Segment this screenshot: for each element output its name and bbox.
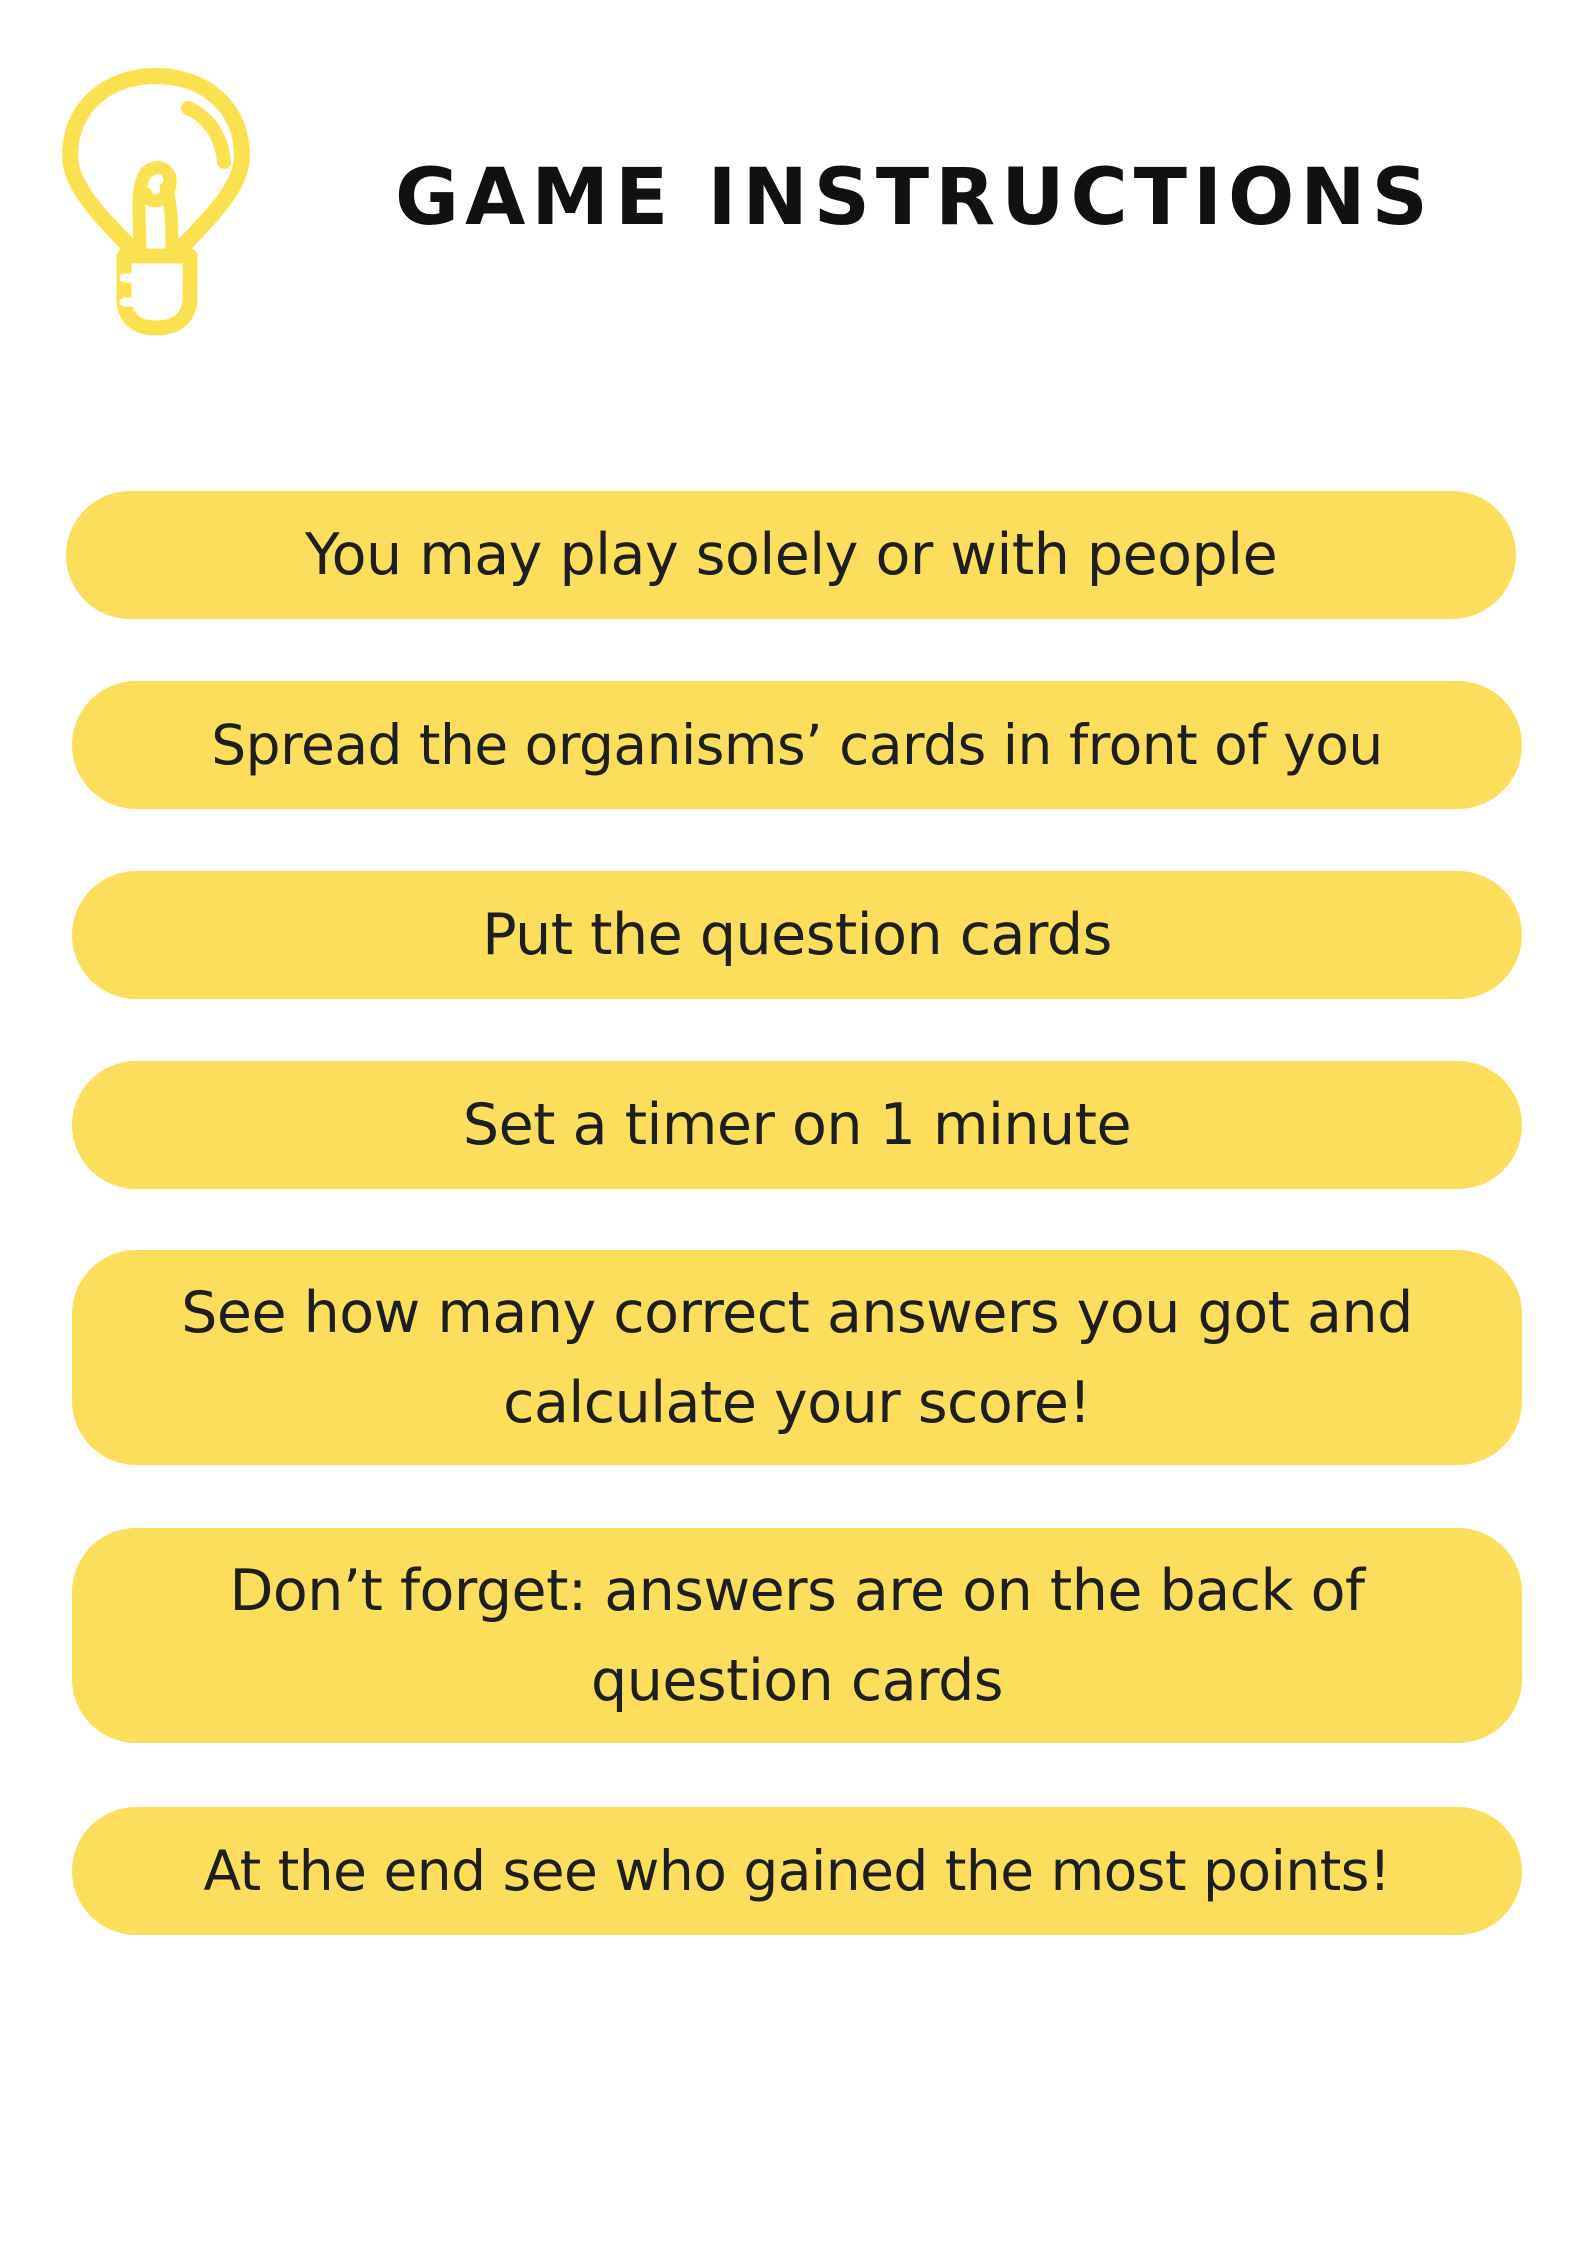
instruction-text: At the end see who gained the most point… xyxy=(203,1839,1391,1903)
instruction-item: Put the question cards xyxy=(72,871,1522,999)
instruction-item: Set a timer on 1 minute xyxy=(72,1061,1522,1189)
instruction-text: Put the question cards xyxy=(482,902,1112,968)
instruction-text: Set a timer on 1 minute xyxy=(462,1092,1132,1158)
lightbulb-icon xyxy=(62,68,250,336)
page-title: GAME INSTRUCTIONS xyxy=(395,153,1434,243)
instruction-item: At the end see who gained the most point… xyxy=(72,1807,1522,1935)
instruction-item: You may play solely or with people xyxy=(66,491,1516,619)
instruction-text: Don’t forget: answers are on the back of… xyxy=(229,1557,1365,1714)
instruction-item: See how many correct answers you got and… xyxy=(72,1250,1522,1465)
instruction-text: You may play solely or with people xyxy=(304,522,1278,588)
instruction-item: Don’t forget: answers are on the back of… xyxy=(72,1528,1522,1743)
instruction-item: Spread the organisms’ cards in front of … xyxy=(72,681,1522,809)
instruction-text: Spread the organisms’ cards in front of … xyxy=(211,713,1383,777)
instruction-text: See how many correct answers you got and… xyxy=(181,1279,1413,1436)
